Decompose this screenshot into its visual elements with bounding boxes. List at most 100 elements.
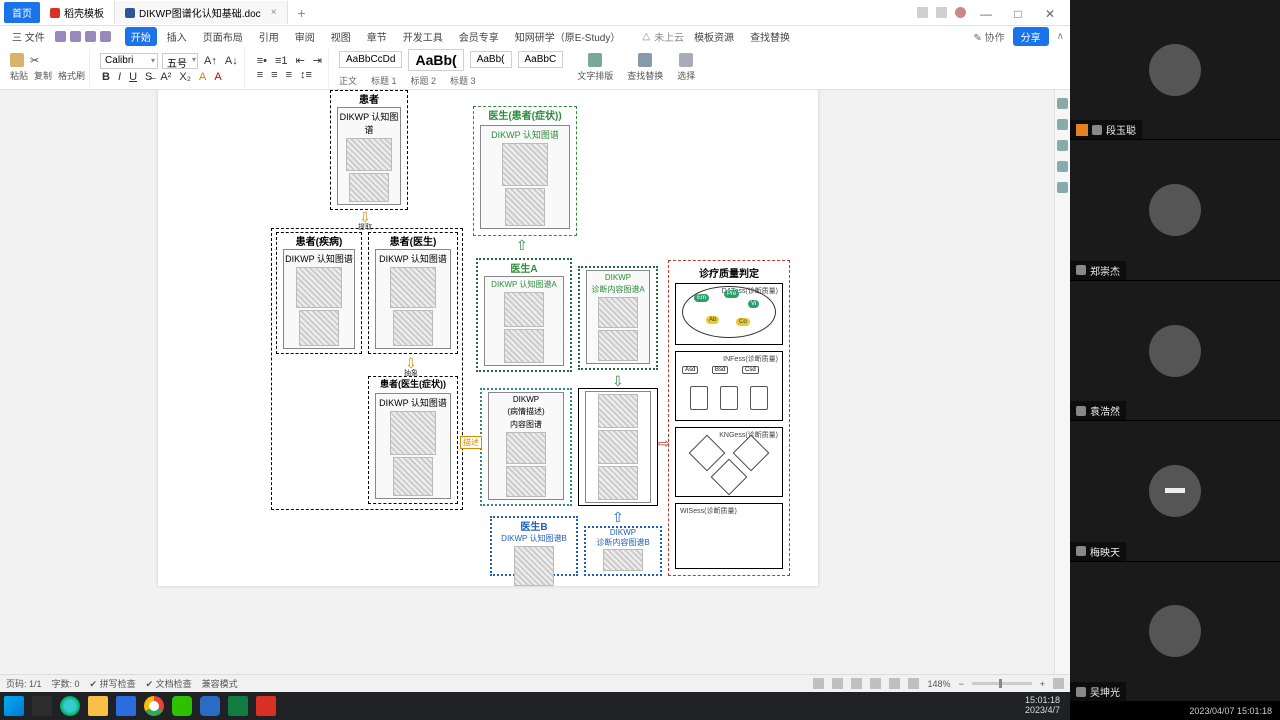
- font-size-select[interactable]: 五号: [162, 53, 198, 69]
- menu-insert[interactable]: 插入: [161, 27, 193, 46]
- side-icon[interactable]: [1057, 161, 1068, 172]
- undo-icon[interactable]: [85, 31, 96, 42]
- menu-cnki[interactable]: 知网研学（原E-Study）: [509, 27, 627, 46]
- store-icon[interactable]: [116, 696, 136, 716]
- taskbar-clock[interactable]: 15:01:18 2023/4/7: [1025, 696, 1066, 716]
- participant-cell[interactable]: 梅映天: [1070, 421, 1280, 561]
- side-icon[interactable]: [1057, 119, 1068, 130]
- outdent-icon[interactable]: ⇤: [294, 54, 307, 67]
- menu-references[interactable]: 引用: [253, 27, 285, 46]
- style-h3[interactable]: AaBbC: [518, 51, 564, 68]
- new-tab-button[interactable]: +: [288, 5, 316, 21]
- participant-cell[interactable]: 郑崇杰: [1070, 140, 1280, 280]
- underline-button[interactable]: U: [127, 71, 139, 83]
- menu-page-layout[interactable]: 页面布局: [197, 27, 249, 46]
- style-normal[interactable]: AaBbCcDd: [339, 51, 402, 68]
- wechat-icon[interactable]: [172, 696, 192, 716]
- participant-cell[interactable]: 段玉聪: [1070, 0, 1280, 140]
- text-tools-button[interactable]: 文字排版: [573, 53, 617, 82]
- start-button[interactable]: [4, 696, 24, 716]
- side-icon[interactable]: [1057, 182, 1068, 193]
- home-button[interactable]: 首页: [4, 2, 40, 23]
- zoom-out-button[interactable]: −: [958, 679, 963, 689]
- grow-font-icon[interactable]: A↑: [202, 55, 219, 67]
- view-icon[interactable]: [908, 678, 919, 689]
- select-button[interactable]: 选择: [673, 53, 699, 82]
- style-h1[interactable]: AaBb(: [408, 49, 463, 71]
- word-icon: [125, 8, 135, 18]
- participant-cell[interactable]: 袁浩然: [1070, 281, 1280, 421]
- superscript-button[interactable]: A²: [158, 71, 173, 83]
- view-icon[interactable]: [832, 678, 843, 689]
- status-spell[interactable]: ✔ 拼写检查: [90, 677, 136, 690]
- shrink-font-icon[interactable]: A↓: [223, 55, 240, 67]
- side-icon[interactable]: [1057, 140, 1068, 151]
- find-replace-button[interactable]: 查找替换: [623, 53, 667, 82]
- zoom-slider[interactable]: [972, 682, 1032, 685]
- participant-cell[interactable]: 吴坤光: [1070, 562, 1280, 702]
- status-doccheck[interactable]: ✔ 文档检查: [146, 677, 192, 690]
- redo-icon[interactable]: [100, 31, 111, 42]
- view-icon[interactable]: [813, 678, 824, 689]
- tab-document[interactable]: DIKWP图谱化认知基础.doc×: [114, 1, 288, 24]
- menu-start[interactable]: 开始: [125, 27, 157, 46]
- pill: Vi: [748, 300, 759, 308]
- menu-review[interactable]: 审阅: [289, 27, 321, 46]
- collapse-ribbon-icon[interactable]: ∧: [1057, 31, 1064, 42]
- subscript-button[interactable]: X₂: [177, 71, 193, 83]
- italic-button[interactable]: I: [116, 71, 123, 83]
- user-avatar-icon[interactable]: [955, 7, 966, 18]
- share-button[interactable]: 分享: [1013, 27, 1049, 46]
- grid-icon[interactable]: [917, 7, 928, 18]
- arrow-up-icon: ⇧: [516, 238, 528, 252]
- zoom-in-button[interactable]: +: [1040, 679, 1045, 689]
- menu-template-res[interactable]: 模板资源: [688, 27, 740, 46]
- menu-vip[interactable]: 会员专享: [453, 27, 505, 46]
- wps-icon[interactable]: [256, 696, 276, 716]
- side-icon[interactable]: [1057, 98, 1068, 109]
- paste-icon[interactable]: [10, 53, 24, 67]
- meeting-icon[interactable]: [200, 696, 220, 716]
- document-area[interactable]: 患者 DIKWP 认知图谱 ⇩提取 患者(疾病) DIKWP 认知图谱: [0, 90, 1070, 674]
- line-spacing-icon[interactable]: ↕≡: [298, 69, 314, 81]
- explorer-icon[interactable]: [88, 696, 108, 716]
- menu-developer[interactable]: 开发工具: [397, 27, 449, 46]
- font-select[interactable]: Calibri: [100, 53, 158, 69]
- taskbar-search-icon[interactable]: [32, 696, 52, 716]
- maximize-button[interactable]: □: [1006, 7, 1030, 18]
- view-icon[interactable]: [889, 678, 900, 689]
- close-button[interactable]: ✕: [1038, 7, 1062, 18]
- bold-button[interactable]: B: [100, 71, 112, 83]
- file-menu[interactable]: 三 文件: [6, 27, 51, 46]
- menu-section[interactable]: 章节: [361, 27, 393, 46]
- menu-find[interactable]: 查找替换: [744, 27, 796, 46]
- print-icon[interactable]: [70, 31, 81, 42]
- highlight-button[interactable]: A: [197, 71, 208, 83]
- strike-button[interactable]: S̶: [143, 71, 154, 83]
- menu-view[interactable]: 视图: [325, 27, 357, 46]
- save-icon[interactable]: [55, 31, 66, 42]
- close-icon[interactable]: ×: [265, 7, 277, 18]
- view-icon[interactable]: [870, 678, 881, 689]
- align-left-icon[interactable]: ≡: [255, 69, 265, 81]
- minimize-button[interactable]: —: [974, 7, 998, 18]
- meeting-clock-bar: 2023/04/07 15:01:18: [1070, 702, 1280, 720]
- bullets-icon[interactable]: ≡•: [255, 55, 269, 67]
- indent-icon[interactable]: ⇥: [311, 54, 324, 67]
- tab-template[interactable]: 稻壳模板: [40, 1, 114, 24]
- align-right-icon[interactable]: ≡: [284, 69, 294, 81]
- cut-icon[interactable]: ✂: [28, 54, 41, 67]
- edge-icon[interactable]: [60, 696, 80, 716]
- chrome-icon[interactable]: [144, 696, 164, 716]
- cloud-unsynced[interactable]: △ 未上云: [642, 29, 684, 44]
- font-color-button[interactable]: A: [212, 71, 223, 83]
- excel-icon[interactable]: [228, 696, 248, 716]
- view-icon[interactable]: [851, 678, 862, 689]
- collab-button[interactable]: ✎ 协作: [974, 29, 1005, 44]
- graph-thumb-icon: [349, 173, 389, 202]
- numbers-icon[interactable]: ≡1: [273, 55, 290, 67]
- align-center-icon[interactable]: ≡: [269, 69, 279, 81]
- style-h2[interactable]: AaBb(: [470, 51, 512, 68]
- fullscreen-icon[interactable]: [1053, 678, 1064, 689]
- apps-icon[interactable]: [936, 7, 947, 18]
